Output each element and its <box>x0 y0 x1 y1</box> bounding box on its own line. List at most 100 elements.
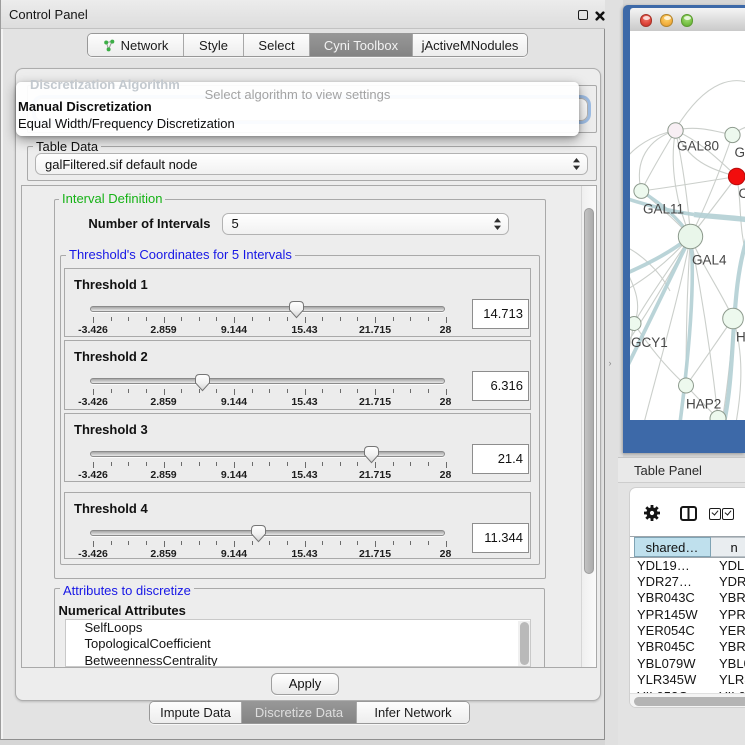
table-row[interactable]: YBL079WYBL0 <box>630 656 745 672</box>
table-row[interactable]: YER054CYER0 <box>630 623 745 639</box>
table-data-combo-value: galFiltered.sif default node <box>36 157 572 172</box>
slider-major-tick <box>234 317 235 323</box>
network-edge[interactable] <box>641 176 736 191</box>
slider-major-tick <box>234 462 235 468</box>
threshold-value-field[interactable]: 11.344 <box>472 523 529 553</box>
network-edge[interactable] <box>676 128 733 135</box>
tab-style[interactable]: Style <box>184 34 244 56</box>
network-node-label: GAL4 <box>692 252 727 267</box>
gear-icon[interactable] <box>643 504 661 522</box>
tab-jactivemnodules[interactable]: jActiveMNodules <box>413 34 527 56</box>
threshold-value-field[interactable]: 21.4 <box>472 444 529 474</box>
slider-minor-tick <box>181 317 182 321</box>
column-header-shared-name[interactable]: shared… <box>634 537 711 557</box>
tab-network[interactable]: Network <box>88 34 184 56</box>
number-of-intervals-combobox[interactable]: 5 <box>222 213 509 235</box>
zoom-light[interactable] <box>681 14 694 27</box>
attributes-list-scrollbar[interactable] <box>518 621 531 667</box>
attribute-list-item[interactable]: TopologicalCoefficient <box>66 636 530 653</box>
slider-tick-label: 21.715 <box>350 324 400 336</box>
slider-minor-tick <box>428 389 429 393</box>
slider-minor-tick <box>146 317 147 321</box>
column-header-name[interactable]: n <box>711 537 745 557</box>
tab-cyni-toolbox[interactable]: Cyni Toolbox <box>310 34 413 56</box>
threshold-coordinates-group-title: Threshold's Coordinates for 5 Intervals <box>66 248 295 261</box>
slider-track[interactable] <box>90 378 445 384</box>
minimize-light[interactable] <box>660 14 673 27</box>
network-node-c[interactable] <box>728 168 745 185</box>
network-node-gal11[interactable] <box>634 183 649 198</box>
float-icon[interactable] <box>578 10 588 20</box>
network-node-g[interactable] <box>725 127 740 142</box>
table-horizontal-scrollbar[interactable] <box>630 693 745 708</box>
network-node-gal80[interactable] <box>668 122 683 137</box>
slider-major-tick <box>446 541 447 547</box>
table-row[interactable]: YDR27…YDR2 <box>630 574 745 590</box>
checkbox-icon[interactable] <box>722 508 734 520</box>
table-scrollbar-thumb[interactable] <box>634 697 745 707</box>
network-node-h[interactable] <box>723 308 744 329</box>
apply-button[interactable]: Apply <box>271 673 339 695</box>
table-row[interactable]: YPR145WYPR1 <box>630 607 745 623</box>
cell-name: YBR0 <box>719 590 745 606</box>
slider-thumb[interactable] <box>288 300 305 320</box>
settings-scrollbar-thumb[interactable] <box>584 208 594 574</box>
tab-select[interactable]: Select <box>244 34 310 56</box>
table-data-group-title: Table Data <box>33 140 101 153</box>
tab-infer-network[interactable]: Infer Network <box>357 702 469 723</box>
algorithm-option[interactable]: Equal Width/Frequency Discretization <box>18 117 235 131</box>
slider-minor-tick <box>428 317 429 321</box>
network-edge[interactable] <box>675 80 745 129</box>
control-panel-window: Control Panel NetworkStyleSelectCyni Too… <box>0 0 605 740</box>
network-edge-thick[interactable] <box>694 214 745 220</box>
slider-tick-label: 28 <box>421 469 471 481</box>
slider-track[interactable] <box>90 530 445 536</box>
attribute-list-item[interactable]: SelfLoops <box>66 620 530 637</box>
threshold-value-field[interactable]: 14.713 <box>472 299 529 329</box>
combo-arrows-icon <box>493 217 502 231</box>
slider-minor-tick <box>199 541 200 545</box>
tab-label: jActiveMNodules <box>422 38 519 53</box>
slider-minor-tick <box>128 462 129 466</box>
table-row[interactable]: YDL19…YDL1 <box>630 558 745 574</box>
network-canvas[interactable]: GAL80GCGAL11GAL4GCY1HHAP2 <box>630 31 745 420</box>
close-light[interactable] <box>640 14 653 27</box>
network-edge[interactable] <box>686 318 733 385</box>
slider-track[interactable] <box>90 306 445 312</box>
attribute-list-item[interactable]: BetweennessCentrality <box>66 653 530 667</box>
tab-discretize-data[interactable]: Discretize Data <box>242 702 357 723</box>
numerical-attributes-list[interactable]: SelfLoopsTopologicalCoefficientBetweenne… <box>65 619 531 667</box>
slider-minor-tick <box>357 317 358 321</box>
table-row[interactable]: YBR045CYBR0 <box>630 639 745 655</box>
network-edge[interactable] <box>641 130 675 191</box>
slider-thumb[interactable] <box>194 373 211 393</box>
table-body: YDL19…YDL1YDR27…YDR2YBR043CYBR0YPR145WYP… <box>630 558 745 694</box>
cell-shared-name: YDR27… <box>637 574 692 590</box>
network-window-titlebar[interactable] <box>630 8 745 32</box>
close-icon[interactable] <box>595 11 605 21</box>
slider-thumb[interactable] <box>363 445 380 465</box>
slider-thumb[interactable] <box>250 524 267 544</box>
threshold-value-field[interactable]: 6.316 <box>472 371 529 401</box>
algorithm-option[interactable]: Manual Discretization <box>18 100 152 114</box>
cell-shared-name: YLR345W <box>637 672 696 688</box>
network-node-hap2[interactable] <box>679 378 694 393</box>
table-data-combobox[interactable]: galFiltered.sif default node <box>35 153 588 175</box>
slider-track[interactable] <box>90 451 445 457</box>
columns-icon[interactable] <box>680 506 697 521</box>
slider-minor-tick <box>287 389 288 393</box>
network-node-gcy1[interactable] <box>630 316 641 330</box>
network-edge[interactable] <box>630 268 638 324</box>
slider-minor-tick <box>410 389 411 393</box>
table-row[interactable]: YBR043CYBR0 <box>630 590 745 606</box>
network-node-gal4[interactable] <box>678 224 702 248</box>
tab-impute-data[interactable]: Impute Data <box>150 702 242 723</box>
network-edge[interactable] <box>691 236 734 318</box>
checkbox-icon[interactable] <box>709 508 721 520</box>
table-row[interactable]: YLR345WYLR3 <box>630 672 745 688</box>
network-edge[interactable] <box>630 130 676 161</box>
control-panel-titlebar[interactable]: Control Panel <box>1 0 605 29</box>
settings-vertical-scrollbar[interactable] <box>581 186 597 667</box>
divider-expand-icon[interactable]: › <box>609 358 612 368</box>
attributes-list-scrollbar-thumb[interactable] <box>520 622 529 665</box>
